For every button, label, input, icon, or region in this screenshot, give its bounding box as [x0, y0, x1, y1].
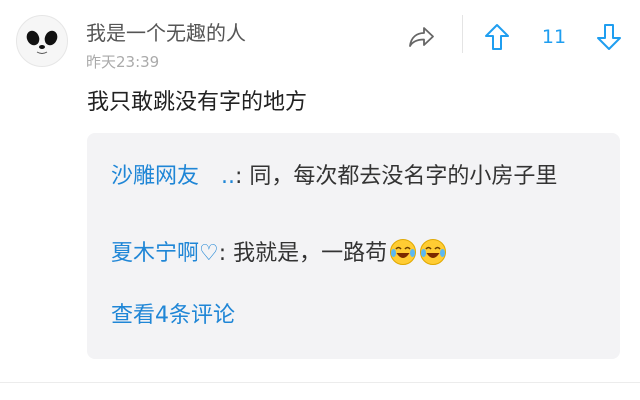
- downvote-button[interactable]: [594, 22, 624, 52]
- arrow-down-icon: [597, 24, 621, 50]
- comment-username[interactable]: 我是一个无趣的人: [86, 20, 246, 46]
- laughing-tears-emoji-icon: [389, 238, 417, 278]
- vote-count: 11: [541, 26, 567, 48]
- laughing-tears-emoji-icon: [419, 238, 447, 278]
- upvote-button[interactable]: [482, 22, 512, 52]
- panda-avatar-icon: [26, 30, 58, 54]
- arrow-up-icon: [485, 24, 509, 50]
- comment-timestamp: 昨天23:39: [86, 53, 160, 71]
- reply-item[interactable]: 夏木宁啊♡: 我就是，一路苟: [111, 235, 598, 278]
- share-button[interactable]: [404, 22, 438, 52]
- reply-text: : 我就是，一路苟: [218, 241, 388, 266]
- reply-item[interactable]: 沙雕网友 ..: 同，每次都去没名字的小房子里: [111, 158, 598, 195]
- reply-author[interactable]: 夏木宁啊♡: [111, 241, 219, 266]
- comment-text: 我只敢跳没有字的地方: [87, 90, 308, 115]
- replies-box[interactable]: 沙雕网友 ..: 同，每次都去没名字的小房子里 夏木宁啊♡: 我就是，一路苟 查…: [87, 133, 620, 359]
- reply-text: : 同，每次都去没名字的小房子里: [235, 164, 558, 189]
- bottom-divider: [0, 382, 640, 383]
- share-icon: [409, 27, 434, 47]
- view-more-comments-link[interactable]: 查看4条评论: [111, 301, 235, 331]
- reply-author[interactable]: 沙雕网友 ..: [111, 164, 235, 189]
- user-avatar[interactable]: [16, 15, 68, 67]
- action-divider: [462, 15, 463, 53]
